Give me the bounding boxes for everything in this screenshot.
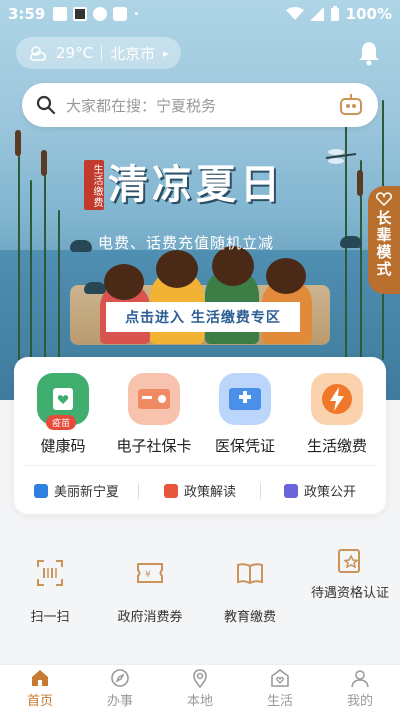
svg-text:¥: ¥ (145, 570, 151, 580)
reed-head (15, 130, 21, 156)
link-policy-disclosure[interactable]: 政策公开 (284, 481, 356, 500)
card-divider (24, 465, 376, 466)
service-medical-insurance[interactable]: 医保凭证 (210, 373, 280, 456)
lightning-icon (311, 373, 363, 425)
status-bar: 3:59 • 100% (0, 0, 400, 28)
notification-icon (53, 7, 68, 21)
banner-title: 清凉夏日 (108, 161, 284, 208)
weather-location-chip[interactable]: 29°C 北京市 ▸ (16, 37, 181, 69)
link-label: 美丽新宁夏 (54, 485, 120, 500)
banner-cta-button[interactable]: 点击进入 生活缴费专区 (106, 302, 300, 332)
grid-benefit-qualification[interactable]: 待遇资格认证 (300, 546, 400, 604)
profile-icon (351, 669, 369, 687)
tab-profile[interactable]: 我的 (320, 665, 400, 711)
bottom-tab-bar: 首页 办事 本地 生活 我的 (0, 664, 400, 711)
banner-tag: 生活缴费 (84, 160, 104, 210)
link-divider (138, 483, 139, 499)
grid-scan[interactable]: 扫一扫 (0, 558, 100, 628)
book-icon (237, 563, 263, 585)
tab-label: 首页 (26, 693, 53, 709)
compass-icon (111, 668, 129, 687)
app-icon (73, 7, 88, 21)
search-placeholder[interactable]: 大家都在搜：宁夏税务 (66, 95, 338, 116)
link-beautiful-ningxia[interactable]: 美丽新宁夏 (34, 481, 119, 500)
shield-icon (113, 7, 128, 21)
reed-head (41, 150, 47, 176)
signal-icon (309, 7, 324, 21)
service-social-security-card[interactable]: 电子社保卡 (116, 373, 192, 456)
reed-head (357, 170, 363, 196)
service-label: 健康码 (40, 437, 86, 455)
service-label: 电子社保卡 (116, 437, 192, 455)
temperature: 29°C (56, 44, 94, 62)
link-divider (260, 483, 261, 499)
tab-home[interactable]: 首页 (0, 665, 80, 711)
link-label: 政策公开 (304, 485, 357, 500)
robot-icon[interactable] (338, 93, 364, 117)
elder-mode-label: 长辈模式 (374, 210, 393, 278)
service-card: 疫苗 健康码 电子社保卡 医保凭证 生活缴费 美丽新宁夏 政策解读 政策公开 (14, 357, 386, 514)
reed (30, 180, 32, 360)
service-label: 生活缴费 (306, 437, 367, 455)
link-policy-interpretation[interactable]: 政策解读 (164, 481, 236, 500)
heart-icon (376, 192, 392, 206)
dot-icon: • (133, 8, 140, 20)
duck (70, 240, 92, 252)
service-utility-payment[interactable]: 生活缴费 (302, 373, 372, 456)
document-icon (284, 483, 298, 498)
vaccine-badge: 疫苗 (46, 415, 77, 430)
cloud-sun-icon (30, 46, 46, 61)
life-icon (271, 668, 289, 687)
voucher-icon: ¥ (137, 563, 163, 583)
status-right: 100% (285, 5, 392, 23)
tab-label: 生活 (266, 693, 293, 709)
location-icon (193, 668, 207, 688)
grid-label: 教育缴费 (223, 610, 276, 625)
divider (101, 45, 103, 61)
tab-local[interactable]: 本地 (160, 665, 240, 711)
dragonfly-icon (325, 149, 357, 164)
medical-insurance-icon (219, 373, 271, 425)
grid-label: 扫一扫 (30, 610, 70, 625)
duck (84, 282, 106, 294)
search-bar[interactable]: 大家都在搜：宁夏税务 (22, 83, 378, 127)
battery-percent: 100% (345, 5, 392, 23)
news-icon (34, 483, 48, 498)
status-time: 3:59 (8, 5, 46, 23)
service-health-code[interactable]: 疫苗 健康码 (28, 373, 98, 456)
reed (58, 210, 60, 360)
service-label: 医保凭证 (214, 437, 275, 455)
city-arrow-icon: ▸ (163, 46, 169, 60)
tab-label: 本地 (186, 693, 213, 709)
reed (44, 150, 46, 360)
bell-icon[interactable] (356, 40, 382, 66)
battery-icon (330, 6, 339, 21)
kid-hair (266, 258, 306, 294)
grid-label: 待遇资格认证 (310, 586, 389, 601)
scan-icon (37, 560, 63, 586)
grid-education-payment[interactable]: 教育缴费 (200, 558, 300, 628)
duck (340, 236, 362, 248)
elder-mode-button[interactable]: 长辈模式 (368, 186, 400, 294)
tab-services[interactable]: 办事 (80, 665, 160, 711)
kid-hair (156, 250, 198, 288)
reed (18, 130, 20, 360)
city-name[interactable]: 北京市 (110, 43, 155, 64)
wifi-icon (285, 7, 304, 20)
social-security-card-icon (128, 373, 180, 425)
home-icon (32, 669, 48, 686)
tab-life[interactable]: 生活 (240, 665, 320, 711)
policy-icon (164, 483, 178, 498)
certificate-icon (338, 549, 360, 573)
tab-label: 我的 (346, 693, 373, 709)
search-icon (36, 95, 56, 115)
link-label: 政策解读 (184, 485, 237, 500)
tab-label: 办事 (106, 693, 133, 709)
kid-hair (104, 264, 144, 300)
grid-label: 政府消费券 (117, 610, 183, 625)
grid-government-voucher[interactable]: ¥ 政府消费券 (100, 558, 200, 628)
accessibility-icon (93, 7, 108, 21)
banner-subtitle: 电费、话费充值随机立减 (98, 234, 275, 252)
